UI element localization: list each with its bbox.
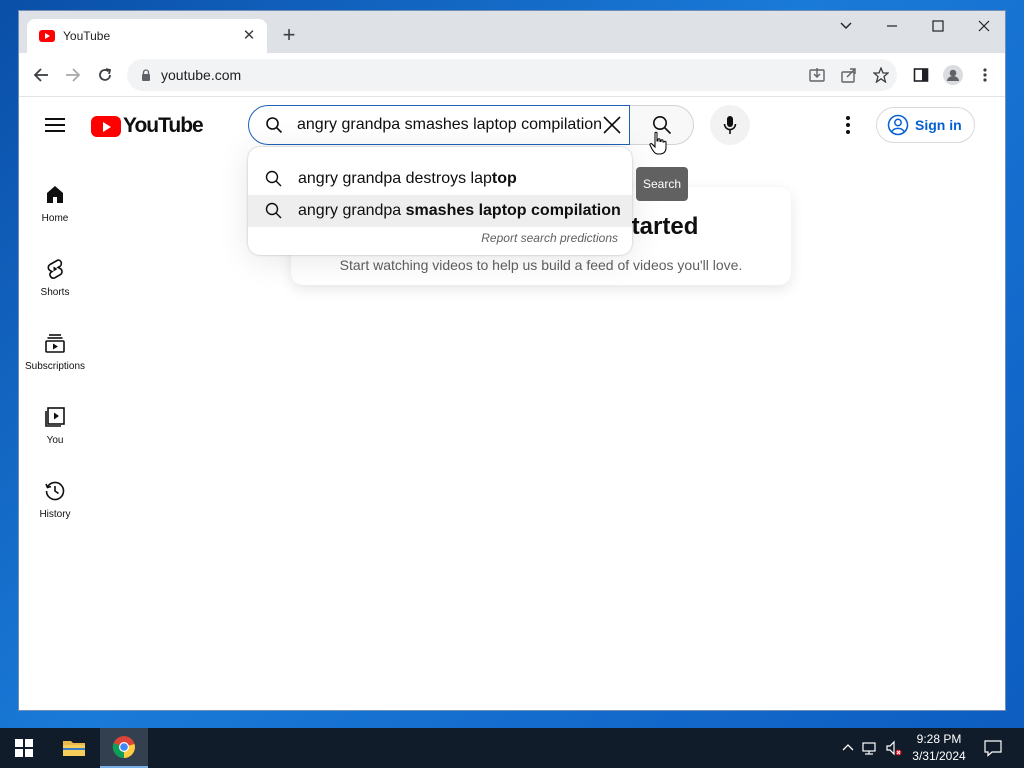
new-tab-button[interactable]: + (279, 24, 299, 46)
file-explorer-button[interactable] (50, 728, 98, 768)
suggestion-prefix: angry grandpa destroys lap (298, 170, 492, 187)
sidebar-item-shorts[interactable]: Shorts (19, 257, 91, 298)
clock-time: 9:28 PM (916, 732, 962, 746)
search-icon (266, 117, 283, 134)
install-icon (809, 68, 825, 82)
notification-icon[interactable] (984, 739, 1002, 757)
reload-icon (99, 68, 112, 81)
youtube-logo[interactable]: YouTube (91, 114, 204, 138)
network-icon[interactable] (862, 740, 878, 756)
sidebar-label-subscriptions: Subscriptions (24, 361, 86, 372)
sidebar-item-history[interactable]: History (19, 479, 91, 520)
youtube-play-icon (91, 115, 121, 137)
lock-icon (142, 69, 150, 81)
suggestion-completion: top (491, 170, 517, 187)
system-clock[interactable]: 9:28 PM 3/31/2024 (904, 731, 974, 765)
share-button[interactable] (837, 63, 861, 87)
search-suggestions: angry grandpa destroys lap top angry gran… (248, 147, 632, 255)
url-text: youtube.com (161, 67, 242, 83)
tab-close-icon[interactable]: ✕ (241, 28, 257, 44)
sidebar-item-home[interactable]: Home (19, 183, 91, 224)
volume-muted-icon[interactable] (886, 740, 902, 756)
sidebar-label-you: You (46, 435, 64, 446)
close-icon (978, 20, 990, 32)
reload-button[interactable] (93, 63, 117, 87)
tab-search-button[interactable] (823, 11, 869, 41)
suggestion-search-icon (265, 202, 282, 219)
more-vert-icon (983, 68, 987, 82)
browser-window: YouTube ✕ + youtube.com YouTube angry gr… (18, 10, 1006, 711)
sidebar-label-history: History (39, 509, 71, 520)
folder-icon (63, 741, 85, 756)
tab-youtube[interactable]: YouTube ✕ (27, 19, 267, 53)
minimize-icon (887, 25, 897, 27)
forward-button[interactable] (61, 63, 85, 87)
sidebar-label-home: Home (41, 213, 69, 224)
profile-button[interactable] (941, 63, 965, 87)
minimize-button[interactable] (869, 11, 915, 41)
subscriptions-icon (45, 334, 65, 353)
profile-icon (943, 65, 963, 85)
share-icon (841, 68, 856, 83)
home-icon (47, 186, 63, 203)
shorts-icon (47, 259, 63, 279)
sign-in-button[interactable]: Sign in (876, 107, 975, 143)
settings-menu-button[interactable] (837, 113, 859, 137)
forward-arrow-icon (66, 68, 81, 82)
chrome-menu-button[interactable] (973, 63, 997, 87)
maximize-icon (932, 20, 944, 32)
star-icon (873, 67, 889, 83)
tab-title: YouTube (63, 29, 111, 43)
tab-strip: YouTube ✕ + (19, 11, 1005, 53)
close-window-button[interactable] (961, 11, 1005, 41)
youtube-favicon-icon (39, 30, 55, 42)
chrome-taskbar-button[interactable] (100, 728, 148, 768)
suggestion-item[interactable]: angry grandpa smashes laptop compilation (248, 195, 632, 227)
chevron-up-icon[interactable] (840, 740, 856, 756)
youtube-page: YouTube angry grandpa smashes laptop com… (19, 97, 1005, 710)
maximize-button[interactable] (915, 11, 961, 41)
suggestion-search-icon (265, 170, 282, 187)
bookmark-button[interactable] (869, 63, 893, 87)
start-button[interactable] (0, 728, 48, 768)
sidebar-label-shorts: Shorts (40, 287, 70, 298)
you-icon (45, 407, 65, 427)
back-button[interactable] (29, 63, 53, 87)
suggestion-prefix: angry grandpa (298, 202, 406, 219)
install-app-button[interactable] (805, 63, 829, 87)
search-tooltip: Search (636, 167, 688, 201)
history-icon (45, 481, 65, 501)
menu-icon[interactable] (45, 118, 65, 132)
card-subtitle: Start watching videos to help us build a… (339, 257, 743, 273)
report-predictions-link[interactable]: Report search predictions (248, 231, 632, 245)
voice-search-button[interactable] (710, 105, 750, 145)
sign-in-label: Sign in (915, 117, 962, 133)
microphone-icon (723, 116, 737, 134)
back-arrow-icon (33, 68, 48, 82)
suggestion-item[interactable]: angry grandpa destroys lap top (248, 163, 632, 195)
search-query-text[interactable]: angry grandpa smashes laptop compilation (297, 116, 601, 134)
browser-toolbar: youtube.com (19, 53, 1005, 97)
clock-date: 3/31/2024 (912, 749, 966, 763)
sidebar-item-you[interactable]: You (19, 405, 91, 446)
windows-logo-icon (15, 739, 33, 757)
search-input[interactable]: angry grandpa smashes laptop compilation (248, 105, 630, 145)
side-panel-icon (913, 68, 929, 82)
taskbar: 9:28 PM 3/31/2024 (0, 728, 1024, 768)
chevron-down-icon (840, 22, 852, 29)
account-circle-icon (887, 114, 909, 136)
suggestion-completion: smashes laptop compilation (405, 202, 621, 219)
side-panel-button[interactable] (909, 63, 933, 87)
logo-text: YouTube (123, 114, 204, 137)
chrome-icon (112, 736, 135, 759)
clear-search-icon[interactable] (601, 114, 623, 136)
hand-cursor-icon (649, 131, 667, 155)
sidebar-item-subscriptions[interactable]: Subscriptions (19, 331, 91, 372)
address-bar[interactable]: youtube.com (127, 59, 897, 91)
